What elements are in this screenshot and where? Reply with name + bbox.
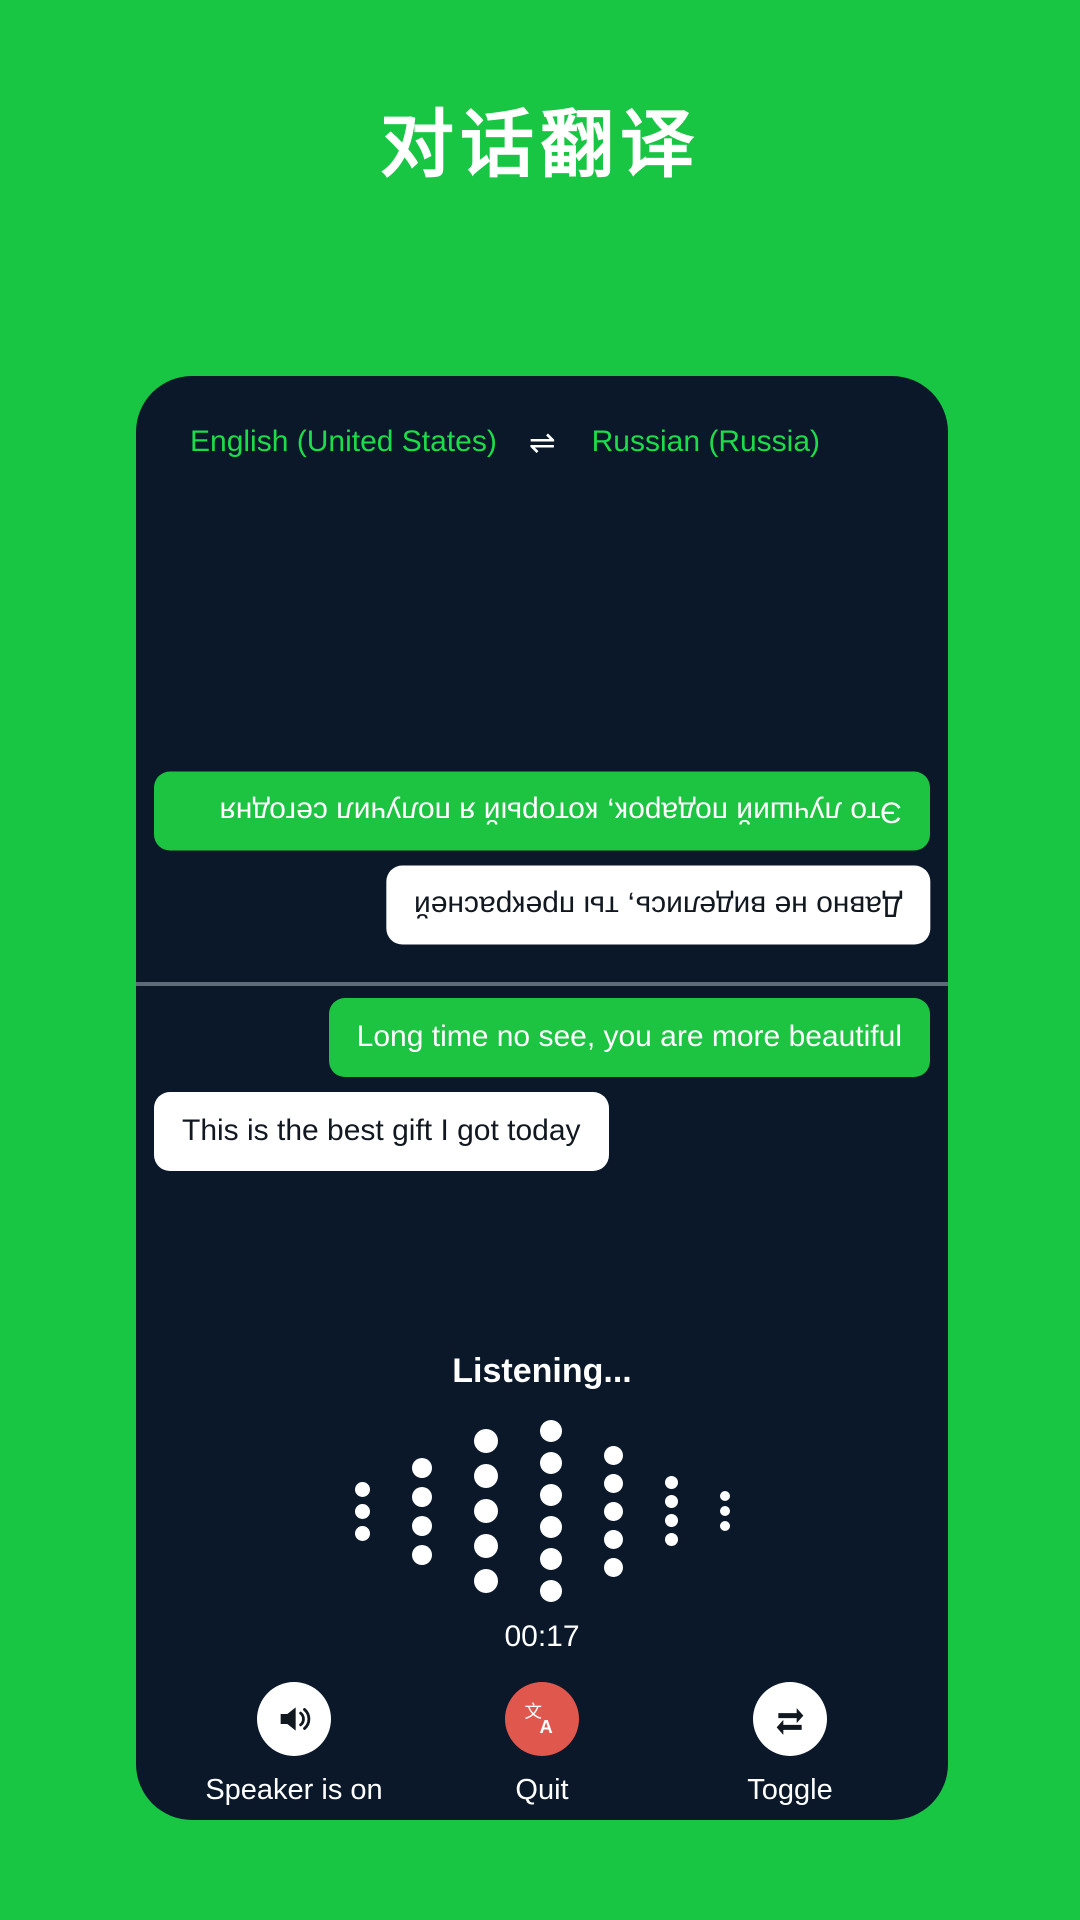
target-language-selector[interactable]: Russian (Russia) xyxy=(592,425,820,459)
waveform-dot xyxy=(664,1476,678,1489)
listening-status-label: Listening... xyxy=(452,1352,632,1390)
audio-waveform-visualizer xyxy=(136,1416,948,1606)
waveform-dot xyxy=(603,1473,623,1493)
waveform-column xyxy=(603,1445,623,1577)
message-bubble-source-0[interactable]: Long time no see, you are more beautiful xyxy=(328,998,930,1077)
message-bubble-source-1[interactable]: This is the best gift I got today xyxy=(154,1092,609,1171)
waveform-dot xyxy=(539,1580,562,1602)
waveform-column xyxy=(664,1476,678,1546)
waveform-dot xyxy=(354,1481,370,1497)
waveform-dot xyxy=(603,1445,623,1465)
recording-timer: 00:17 xyxy=(504,1620,580,1653)
waveform-dot xyxy=(539,1452,562,1474)
waveform-dot xyxy=(473,1429,498,1453)
waveform-column xyxy=(539,1420,562,1602)
waveform-dot xyxy=(354,1525,370,1541)
translate-icon: 文 A xyxy=(525,1703,553,1738)
toggle-button[interactable]: Toggle xyxy=(670,1682,910,1807)
speaker-on-icon xyxy=(280,1707,311,1731)
waveform-dot xyxy=(719,1521,730,1531)
waveform-dot xyxy=(719,1491,730,1501)
waveform-dot xyxy=(664,1533,678,1546)
waveform-dot xyxy=(473,1534,498,1558)
waveform-dot xyxy=(411,1515,432,1536)
waveform-column xyxy=(354,1481,370,1541)
svg-text:A: A xyxy=(540,1716,553,1737)
waveform-dot xyxy=(473,1464,498,1488)
waveform-dot xyxy=(411,1486,432,1507)
waveform-dot xyxy=(603,1501,623,1521)
speaker-button-label: Speaker is on xyxy=(205,1774,383,1806)
language-bar: English (United States) ⇌ Russian (Russi… xyxy=(136,416,948,468)
waveform-dot xyxy=(539,1420,562,1442)
swap-horizontal-icon[interactable]: ⇌ xyxy=(529,426,556,458)
message-bubble-translated-0[interactable]: Это лучший подарок, который я получил се… xyxy=(154,772,930,851)
waveform-dot xyxy=(411,1457,432,1478)
waveform-dot xyxy=(539,1516,562,1538)
waveform-dot xyxy=(473,1499,498,1523)
waveform-dot xyxy=(354,1503,370,1519)
waveform-column xyxy=(411,1457,432,1565)
panel-divider xyxy=(136,982,948,986)
toggle-button-label: Toggle xyxy=(747,1774,833,1806)
waveform-dot xyxy=(411,1544,432,1565)
bottom-control-bar: Speaker is on 文 A Quit Toggle xyxy=(136,1682,948,1807)
speaker-button[interactable]: Speaker is on xyxy=(174,1682,414,1807)
waveform-dot xyxy=(664,1495,678,1508)
waveform-dot xyxy=(603,1529,623,1549)
phone-card: English (United States) ⇌ Russian (Russi… xyxy=(136,376,948,1820)
quit-button-label: Quit xyxy=(515,1774,569,1806)
source-language-selector[interactable]: English (United States) xyxy=(190,425,497,459)
toggle-button-circle[interactable] xyxy=(753,1682,827,1756)
swap-repeat-icon xyxy=(776,1708,804,1735)
message-bubble-translated-1[interactable]: Давно не виделись, ты прекрасней xyxy=(385,866,930,945)
speaker-button-circle[interactable] xyxy=(257,1682,331,1756)
quit-button[interactable]: 文 A Quit xyxy=(422,1682,662,1807)
quit-button-circle[interactable]: 文 A xyxy=(505,1682,579,1756)
waveform-column xyxy=(473,1429,498,1593)
waveform-dot xyxy=(539,1484,562,1506)
waveform-dot xyxy=(719,1506,730,1516)
waveform-column xyxy=(719,1491,730,1531)
waveform-dot xyxy=(603,1557,623,1577)
waveform-dot xyxy=(664,1514,678,1527)
waveform-dot xyxy=(473,1569,498,1593)
waveform-dot xyxy=(539,1548,562,1570)
page-title: 对话翻译 xyxy=(380,103,700,186)
